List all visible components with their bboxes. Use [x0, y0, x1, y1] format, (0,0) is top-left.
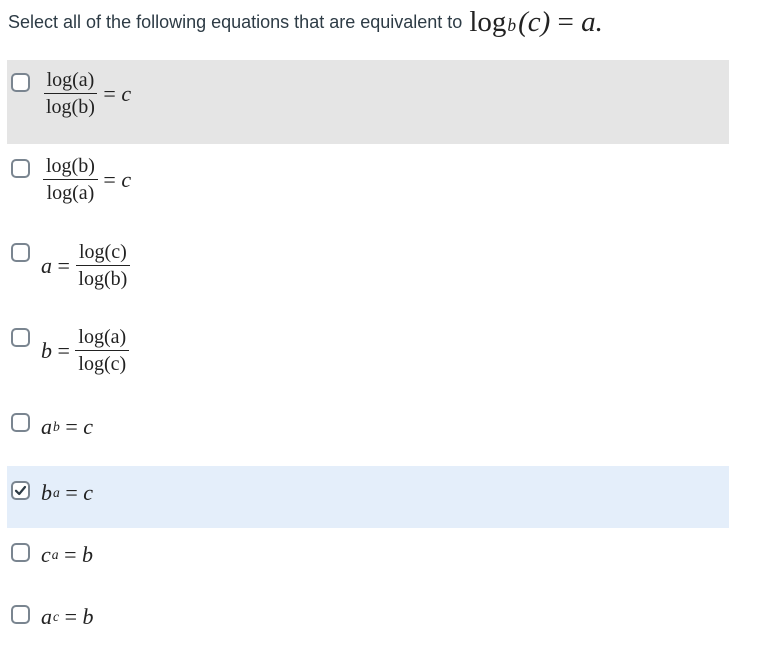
answer-option-5[interactable]: ab = c	[7, 400, 729, 460]
answer-option-6[interactable]: ba = c	[7, 466, 729, 528]
eq-log: log	[469, 5, 507, 38]
fraction-denominator: log(b)	[46, 96, 95, 118]
check-icon	[14, 485, 27, 496]
answer-equation-4: b = log(a) log(c)	[41, 327, 130, 375]
equals-sign: =	[103, 166, 116, 192]
eq-base: b	[507, 14, 517, 35]
answer-equation-3: a = log(c) log(b)	[41, 242, 130, 289]
fraction-numerator: log(b)	[43, 156, 98, 180]
fraction-numerator: log(c)	[75, 242, 130, 266]
power-exponent: a	[53, 485, 60, 500]
answer-option-8[interactable]: ac = b	[7, 592, 729, 652]
fraction: log(a) log(c)	[75, 327, 130, 375]
answer-equation-8: ac = b	[41, 604, 93, 630]
fraction: log(c) log(b)	[75, 242, 130, 289]
answer-checkbox-3[interactable]	[11, 243, 30, 262]
answer-checkbox-2[interactable]	[11, 159, 30, 178]
rhs: b	[82, 542, 93, 567]
answer-option-3[interactable]: a = log(c) log(b)	[7, 230, 729, 310]
answer-checkbox-1[interactable]	[11, 73, 30, 92]
power-exponent: a	[51, 547, 59, 562]
answer-equation-5: ab = c	[41, 414, 93, 440]
lhs: b	[41, 337, 52, 363]
power-base: a	[41, 414, 52, 439]
question-equation: log b (c) = a.	[469, 6, 603, 39]
answer-checkbox-6[interactable]	[11, 481, 30, 500]
power-base: c	[41, 542, 51, 567]
answer-checkbox-8[interactable]	[11, 605, 30, 624]
fraction: log(a) log(b)	[43, 70, 98, 117]
rhs: c	[121, 166, 132, 192]
equals-sign: =	[64, 604, 77, 629]
equals-sign: =	[103, 80, 116, 106]
rhs: c	[83, 414, 93, 439]
answer-equation-2: log(b) log(a) = c	[43, 156, 131, 203]
answer-equation-7: ca = b	[41, 542, 93, 568]
fraction-numerator: log(a)	[43, 70, 98, 94]
power-base: b	[41, 480, 52, 505]
rhs: b	[82, 604, 94, 629]
answer-checkbox-7[interactable]	[11, 543, 30, 562]
question-prompt: Select all of the following equations th…	[8, 4, 603, 40]
answer-checkbox-5[interactable]	[11, 413, 30, 432]
answer-checkbox-4[interactable]	[11, 328, 30, 347]
equals-sign: =	[65, 414, 78, 439]
question-text: Select all of the following equations th…	[8, 11, 463, 32]
equals-sign: =	[64, 542, 77, 567]
equals-sign: =	[65, 480, 78, 505]
answer-equation-1: log(a) log(b) = c	[43, 70, 131, 117]
answer-option-7[interactable]: ca = b	[7, 530, 729, 590]
fraction-numerator: log(a)	[75, 327, 130, 351]
power-exponent: b	[53, 419, 60, 434]
fraction-denominator: log(b)	[78, 268, 128, 290]
rhs: c	[121, 80, 132, 106]
equals-sign: =	[57, 252, 70, 278]
lhs: a	[41, 252, 52, 278]
answer-option-2[interactable]: log(b) log(a) = c	[7, 146, 729, 224]
rhs: c	[83, 480, 93, 505]
equals-sign: =	[57, 337, 70, 363]
answer-option-4[interactable]: b = log(a) log(c)	[7, 315, 729, 395]
fraction-denominator: log(a)	[46, 182, 95, 204]
answer-option-1[interactable]: log(a) log(b) = c	[7, 60, 729, 144]
eq-rhs: a.	[581, 5, 603, 38]
answer-equation-6: ba = c	[41, 480, 93, 506]
eq-equals: =	[557, 5, 574, 38]
fraction-denominator: log(c)	[78, 353, 127, 375]
power-exponent: c	[53, 609, 60, 624]
eq-arg: (c)	[518, 5, 551, 38]
power-base: a	[41, 604, 52, 629]
fraction: log(b) log(a)	[43, 156, 98, 203]
